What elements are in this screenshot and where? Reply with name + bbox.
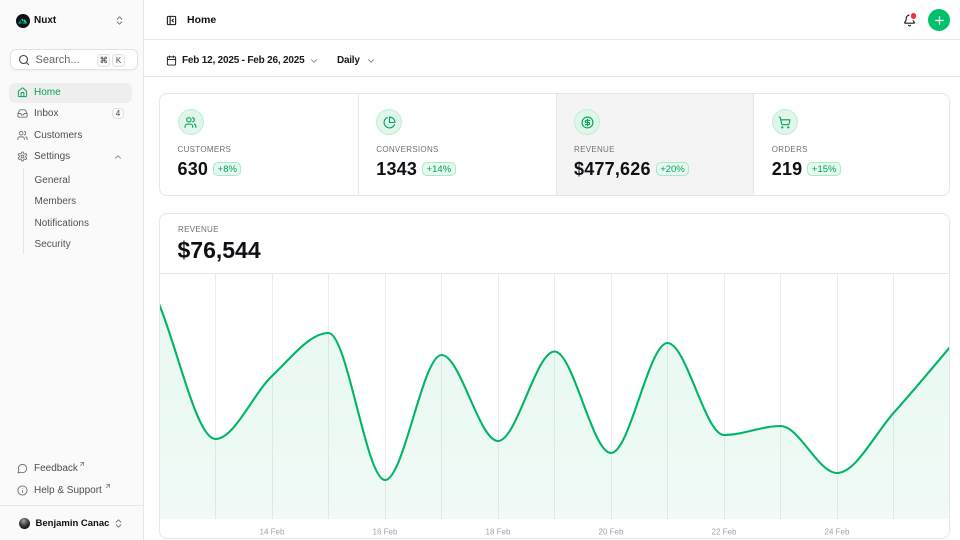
svg-text:20 Feb: 20 Feb [599, 528, 624, 537]
svg-text:16 Feb: 16 Feb [373, 528, 398, 537]
svg-text:14 Feb: 14 Feb [260, 528, 285, 537]
svg-text:24 Feb: 24 Feb [825, 528, 850, 537]
svg-text:22 Feb: 22 Feb [712, 528, 737, 537]
svg-text:18 Feb: 18 Feb [486, 528, 511, 537]
